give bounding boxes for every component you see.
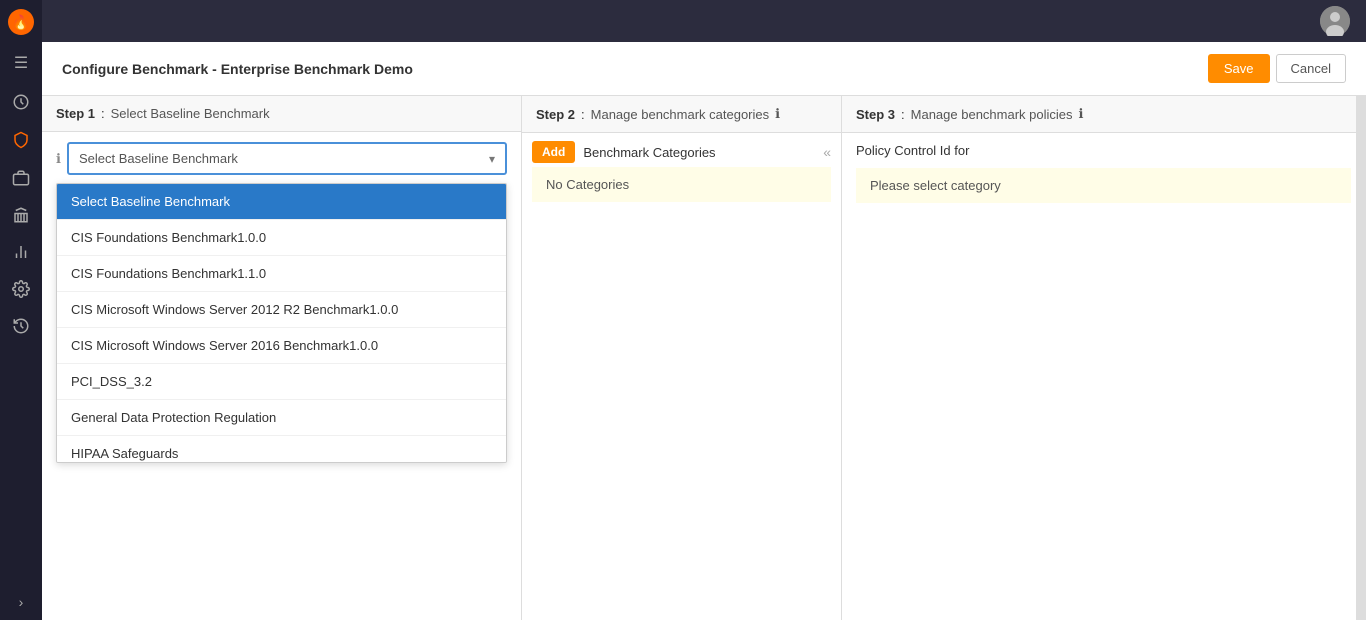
step-3-content: Policy Control Id for Please select cate…	[842, 133, 1365, 620]
step-2-header-row: Add Benchmark Categories «	[532, 141, 831, 163]
policy-control-label: Policy Control Id for	[842, 133, 1365, 168]
sidebar-expand-icon[interactable]: ›	[19, 594, 24, 610]
nav-icon-shield[interactable]	[0, 123, 42, 161]
nav-icon-bank[interactable]	[0, 198, 42, 235]
dropdown-item-3[interactable]: CIS Microsoft Windows Server 2012 R2 Ben…	[57, 292, 506, 328]
menu-icon[interactable]: ☰	[0, 45, 42, 81]
save-button[interactable]: Save	[1208, 54, 1270, 83]
dropdown-item-4[interactable]: CIS Microsoft Windows Server 2016 Benchm…	[57, 328, 506, 364]
nav-icon-gear[interactable]	[0, 272, 42, 309]
app-logo: 🔥	[7, 8, 35, 39]
dropdown-item-1[interactable]: CIS Foundations Benchmark1.0.0	[57, 220, 506, 256]
dropdown-item-7[interactable]: HIPAA Safeguards	[57, 436, 506, 463]
step-1-header: Step 1 : Select Baseline Benchmark	[42, 96, 521, 132]
step-3-label: Manage benchmark policies	[911, 107, 1073, 122]
dropdown-item-2[interactable]: CIS Foundations Benchmark1.1.0	[57, 256, 506, 292]
dropdown-item-0[interactable]: Select Baseline Benchmark	[57, 184, 506, 220]
topbar	[42, 0, 1366, 42]
no-categories-text: No Categories	[532, 167, 831, 202]
select-wrapper: ℹ Select Baseline Benchmark ▾	[56, 142, 507, 175]
nav-icon-history[interactable]	[0, 309, 42, 346]
select-input-text: Select Baseline Benchmark	[79, 151, 489, 166]
step-1-label: Select Baseline Benchmark	[111, 106, 270, 121]
step-1-panel: Step 1 : Select Baseline Benchmark ℹ Sel…	[42, 96, 522, 620]
main-area: Configure Benchmark - Enterprise Benchma…	[42, 0, 1366, 620]
header-actions: Save Cancel	[1208, 54, 1346, 83]
step-2-separator: :	[581, 107, 585, 122]
dropdown-item-5[interactable]: PCI_DSS_3.2	[57, 364, 506, 400]
step-2-label: Manage benchmark categories	[591, 107, 770, 122]
benchmark-dropdown: Select Baseline Benchmark CIS Foundation…	[56, 183, 507, 463]
nav-icon-briefcase[interactable]	[0, 161, 42, 198]
collapse-icon[interactable]: «	[823, 144, 831, 160]
step-3-panel: Step 3 : Manage benchmark policies ℹ Pol…	[842, 96, 1366, 620]
right-scrollbar[interactable]	[1356, 96, 1366, 620]
dropdown-item-6[interactable]: General Data Protection Regulation	[57, 400, 506, 436]
baseline-benchmark-select[interactable]: Select Baseline Benchmark ▾	[67, 142, 507, 175]
svg-text:🔥: 🔥	[12, 14, 29, 31]
nav-icon-clock[interactable]	[0, 85, 42, 123]
please-select-category: Please select category	[856, 168, 1351, 203]
cancel-button[interactable]: Cancel	[1276, 54, 1346, 83]
benchmark-categories-label: Benchmark Categories	[583, 145, 715, 160]
step-3-info-icon: ℹ	[1079, 106, 1084, 122]
content: Configure Benchmark - Enterprise Benchma…	[42, 42, 1366, 620]
step-1-info-icon: ℹ	[56, 151, 61, 167]
step-2-header: Step 2 : Manage benchmark categories ℹ	[522, 96, 841, 133]
step-1-separator: :	[101, 106, 105, 121]
step-3-separator: :	[901, 107, 905, 122]
page-title: Configure Benchmark - Enterprise Benchma…	[62, 61, 413, 77]
user-avatar[interactable]	[1320, 6, 1350, 36]
step-2-content: Add Benchmark Categories « No Categories	[522, 133, 841, 620]
page-header: Configure Benchmark - Enterprise Benchma…	[42, 42, 1366, 96]
step-2-panel: Step 2 : Manage benchmark categories ℹ A…	[522, 96, 842, 620]
topbar-right	[1320, 6, 1350, 36]
step-2-number: Step 2	[536, 107, 575, 122]
sidebar: 🔥 ☰ ›	[0, 0, 42, 620]
step-1-number: Step 1	[56, 106, 95, 121]
add-benchmark-categories-button[interactable]: Add	[532, 141, 575, 163]
step-3-number: Step 3	[856, 107, 895, 122]
step-2-info-icon: ℹ	[775, 106, 780, 122]
dropdown-list: Select Baseline Benchmark CIS Foundation…	[56, 183, 507, 463]
select-arrow-icon: ▾	[489, 152, 495, 166]
step-1-content: ℹ Select Baseline Benchmark ▾ Select Bas…	[42, 132, 521, 620]
nav-icon-chart[interactable]	[0, 235, 42, 272]
step-3-header: Step 3 : Manage benchmark policies ℹ	[842, 96, 1365, 133]
steps-container: Step 1 : Select Baseline Benchmark ℹ Sel…	[42, 96, 1366, 620]
